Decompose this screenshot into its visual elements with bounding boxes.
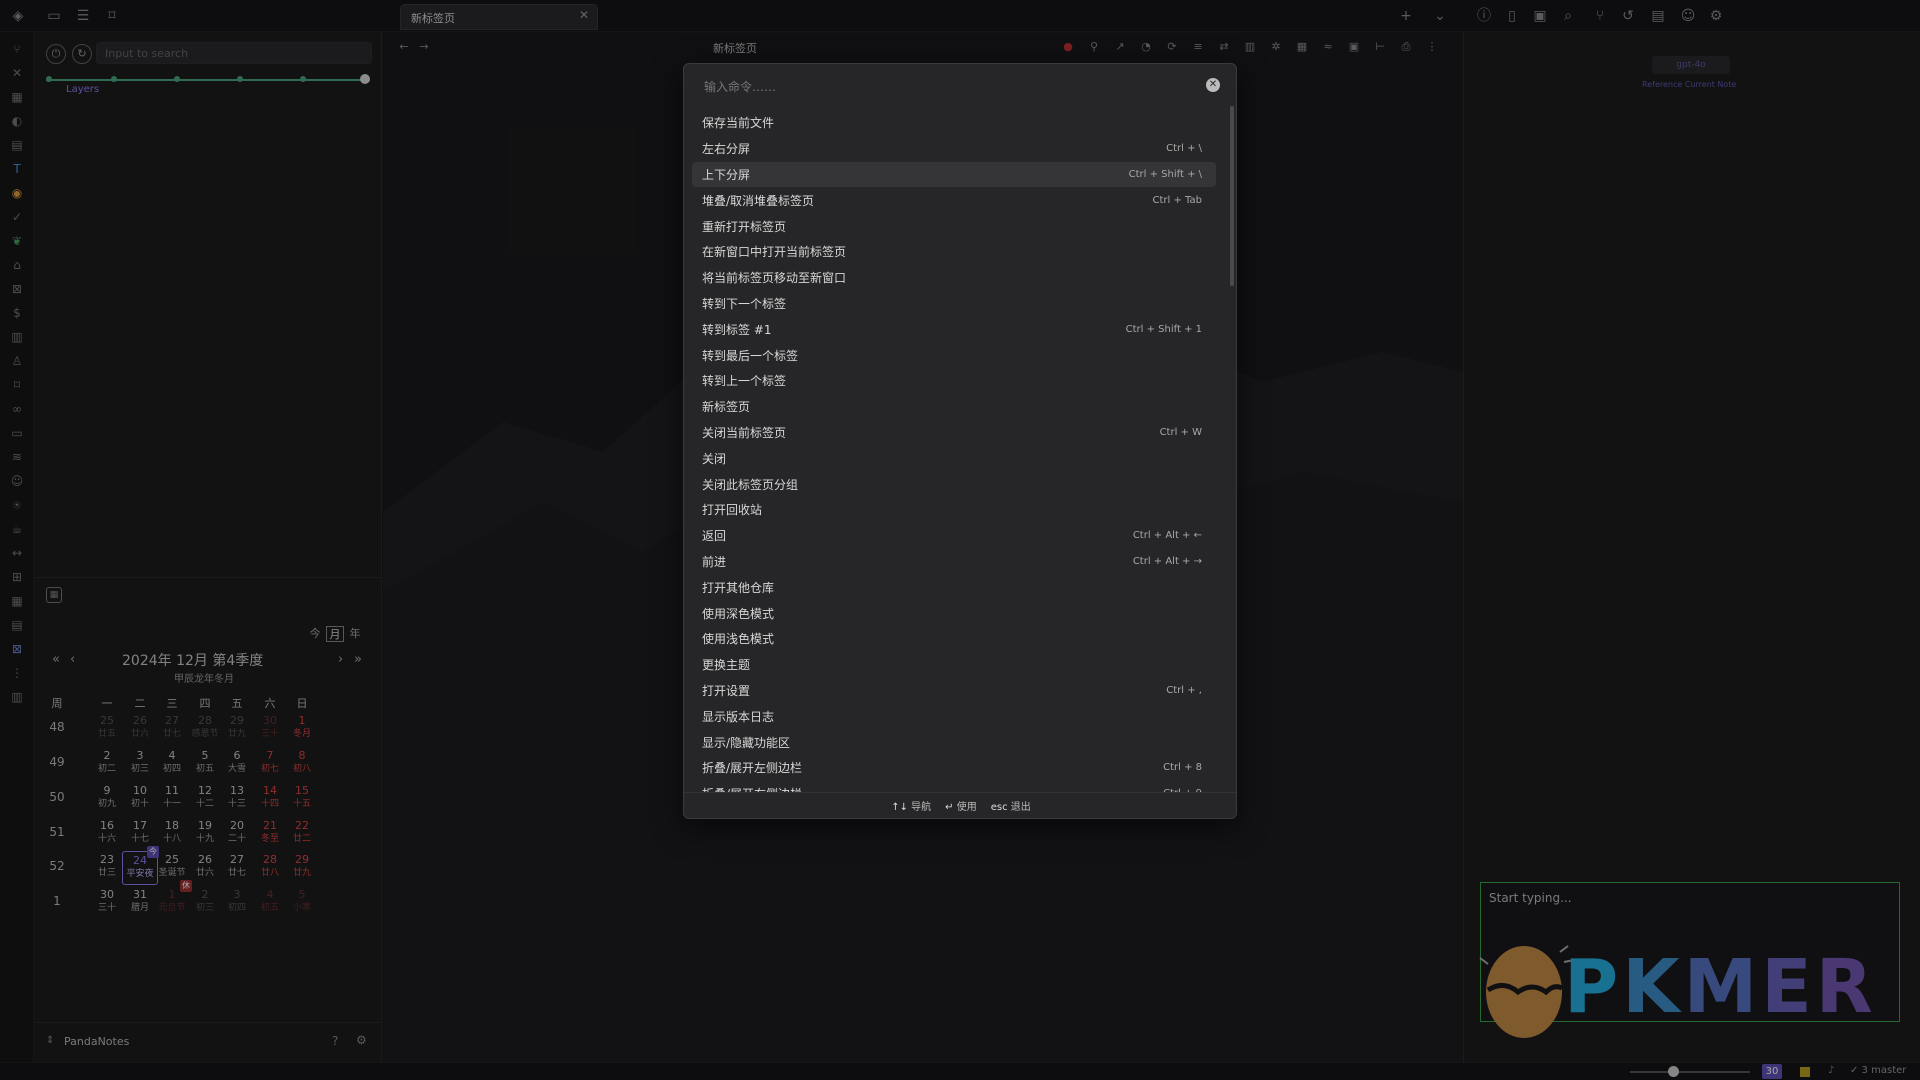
command-name: 打开其他仓库 (702, 580, 775, 595)
command-item[interactable]: 重新打开标签页 (692, 213, 1216, 239)
use-hint-label: 使用 (956, 802, 977, 813)
command-shortcut: Ctrl + 8 (1163, 762, 1202, 774)
command-item[interactable]: 左右分屏 Ctrl + \ (692, 136, 1216, 162)
esc-hint: esc 退出 (991, 798, 1031, 813)
command-name: 打开回收站 (702, 503, 763, 518)
palette-footer: ↑↓ 导航 ↵ 使用 esc 退出 (684, 792, 1236, 818)
command-palette: ✕ 保存当前文件左右分屏 Ctrl + \ 上下分屏 Ctrl + Shift + \… (683, 63, 1237, 819)
command-name: 返回 (702, 529, 727, 544)
command-name: 更换主题 (702, 658, 751, 673)
command-item[interactable]: 打开设置 Ctrl + , (692, 678, 1216, 704)
command-item[interactable]: 堆叠/取消堆叠标签页 Ctrl + Tab (692, 187, 1216, 213)
command-name: 转到标签 #1 (702, 322, 772, 337)
command-item[interactable]: 打开回收站 (692, 497, 1216, 523)
command-name: 将当前标签页移动至新窗口 (702, 271, 847, 286)
command-name: 新标签页 (702, 400, 751, 415)
command-name: 折叠/展开左侧边栏 (702, 761, 803, 776)
command-name: 保存当前文件 (702, 116, 775, 131)
command-item[interactable]: 使用浅色模式 (692, 626, 1216, 652)
command-name: 左右分屏 (702, 142, 751, 157)
command-item[interactable]: 新标签页 (692, 394, 1216, 420)
command-shortcut: Ctrl + Alt + → (1132, 555, 1202, 567)
command-item[interactable]: 将当前标签页移动至新窗口 (692, 265, 1216, 291)
command-name: 关闭此标签页分组 (702, 477, 799, 492)
command-list: 保存当前文件 左右分屏 Ctrl + \ 上下分屏 Ctrl + Shift + \ 堆叠… (692, 110, 1216, 793)
command-item[interactable]: 关闭此标签页分组 (692, 471, 1216, 497)
command-shortcut: Ctrl + Shift + \ (1128, 168, 1202, 180)
command-name: 关闭 (702, 451, 727, 466)
command-item[interactable]: 折叠/展开左侧边栏 Ctrl + 8 (692, 755, 1216, 781)
command-name: 关闭当前标签页 (702, 425, 787, 440)
command-item[interactable]: 打开其他仓库 (692, 574, 1216, 600)
command-name: 打开设置 (702, 683, 751, 698)
command-item[interactable]: 返回 Ctrl + Alt + ← (692, 523, 1216, 549)
command-item[interactable]: 关闭 (692, 445, 1216, 471)
command-item[interactable]: 显示版本日志 (692, 703, 1216, 729)
command-name: 显示/隐藏功能区 (702, 735, 791, 750)
command-shortcut: Ctrl + Tab (1152, 194, 1202, 206)
scrollbar[interactable] (1230, 106, 1234, 286)
command-name: 重新打开标签页 (702, 219, 787, 234)
command-name: 使用深色模式 (702, 606, 775, 621)
command-shortcut: Ctrl + Alt + ← (1132, 530, 1202, 542)
command-input[interactable] (702, 76, 1182, 98)
command-shortcut: Ctrl + , (1166, 684, 1202, 696)
command-item[interactable]: 在新窗口中打开当前标签页 (692, 239, 1216, 265)
command-item[interactable]: 更换主题 (692, 652, 1216, 678)
command-shortcut: Ctrl + W (1159, 426, 1202, 438)
command-item[interactable]: 使用深色模式 (692, 600, 1216, 626)
command-name: 堆叠/取消堆叠标签页 (702, 193, 815, 208)
command-name: 使用浅色模式 (702, 632, 775, 647)
command-item[interactable]: 关闭当前标签页 Ctrl + W (692, 420, 1216, 446)
command-item[interactable]: 转到标签 #1 Ctrl + Shift + 1 (692, 316, 1216, 342)
command-item[interactable]: 显示/隐藏功能区 (692, 729, 1216, 755)
command-item[interactable]: 上下分屏 Ctrl + Shift + \ (692, 161, 1216, 188)
use-hint-key: ↵ (945, 802, 954, 813)
use-hint: ↵ 使用 (945, 798, 977, 813)
command-item[interactable]: 转到下一个标签 (692, 291, 1216, 317)
command-shortcut: Ctrl + \ (1166, 143, 1202, 155)
command-item[interactable]: 转到最后一个标签 (692, 342, 1216, 368)
esc-hint-key: esc (990, 802, 1008, 813)
nav-hint-label: 导航 (911, 802, 932, 813)
command-item[interactable]: 前进 Ctrl + Alt + → (692, 549, 1216, 575)
command-name: 上下分屏 (702, 167, 751, 182)
command-name: 转到上一个标签 (702, 374, 787, 389)
nav-hint-key: ↑↓ (891, 802, 908, 813)
command-item[interactable]: 转到上一个标签 (692, 368, 1216, 394)
command-name: 显示版本日志 (702, 709, 775, 724)
command-shortcut: Ctrl + Shift + 1 (1125, 323, 1202, 335)
command-name: 在新窗口中打开当前标签页 (702, 245, 847, 260)
command-name: 前进 (702, 554, 727, 569)
nav-hint: ↑↓ 导航 (891, 798, 931, 813)
close-icon[interactable]: ✕ (1206, 78, 1220, 92)
command-name: 转到最后一个标签 (702, 348, 799, 363)
esc-hint-label: 退出 (1010, 802, 1031, 813)
command-name: 转到下一个标签 (702, 296, 787, 311)
command-item[interactable]: 保存当前文件 (692, 110, 1216, 136)
